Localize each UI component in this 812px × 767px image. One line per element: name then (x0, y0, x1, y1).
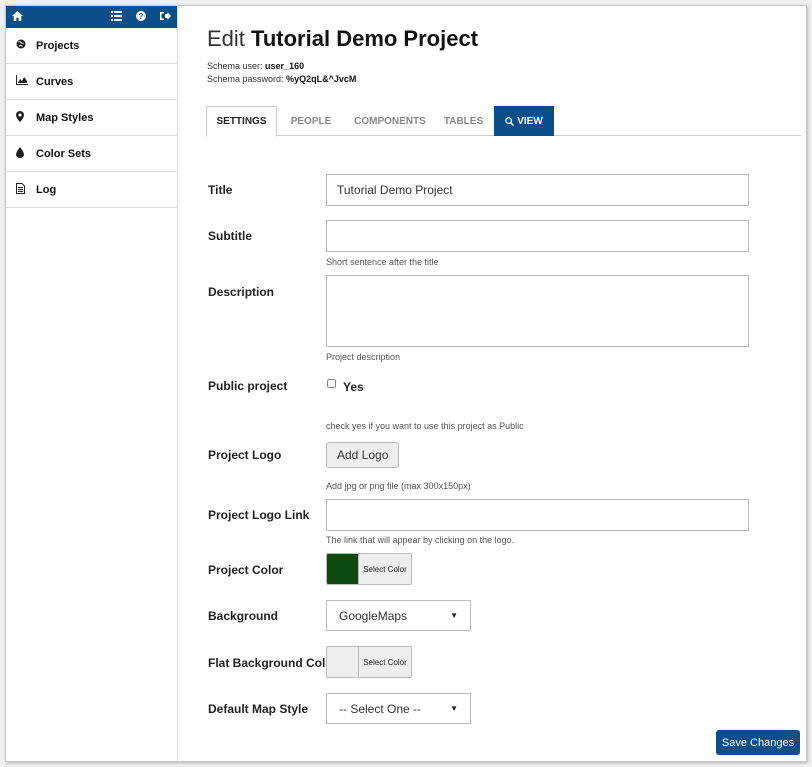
public-project-label: Public project (208, 379, 288, 393)
tint-icon (16, 146, 36, 161)
tab-label: VIEW (517, 115, 543, 127)
help-icon[interactable]: ? (136, 10, 146, 24)
add-logo-button[interactable]: Add Logo (326, 442, 400, 468)
tab-bar: SETTINGS PEOPLE COMPONENTS TABLES VIEW (206, 106, 801, 137)
project-color-picker[interactable]: Select Color (326, 553, 412, 585)
project-color-swatch (327, 554, 359, 584)
project-logo-link-input[interactable] (326, 499, 749, 531)
project-color-label: Project Color (208, 563, 284, 577)
sidebar-item-label: Curves (36, 75, 74, 88)
tab-tables[interactable]: TABLES (436, 106, 491, 136)
tab-label: TABLES (443, 115, 484, 127)
sidebar-item-curves[interactable]: Curves (6, 64, 177, 100)
select-color-label: Select Color (363, 564, 407, 574)
list-icon[interactable] (111, 10, 122, 24)
sidebar: ? Projects Curves Map Styles Color Sets … (6, 6, 178, 761)
tab-label: COMPONENTS (354, 115, 426, 127)
description-textarea[interactable] (326, 275, 749, 347)
app-window: ? Projects Curves Map Styles Color Sets … (5, 5, 807, 762)
subtitle-label: Subtitle (208, 229, 252, 243)
title-label: Title (208, 183, 233, 197)
select-color-label: Select Color (363, 657, 407, 667)
project-logo-link-label: Project Logo Link (208, 508, 310, 522)
tab-settings[interactable]: SETTINGS (206, 106, 277, 137)
default-map-style-label: Default Map Style (208, 702, 309, 716)
project-logo-label: Project Logo (208, 448, 282, 462)
globe-icon (16, 39, 36, 52)
file-text-icon (16, 182, 36, 197)
sidebar-item-map-styles[interactable]: Map Styles (6, 100, 177, 136)
schema-user: Schema user: user_160 (207, 61, 304, 71)
public-project-help: check yes if you want to use this projec… (326, 421, 524, 431)
sidebar-item-label: Color Sets (36, 147, 92, 160)
map-style-selected-value: -- Select One -- (339, 701, 422, 716)
main-content: Edit Tutorial Demo Project Schema user: … (178, 6, 806, 761)
schema-password: Schema password: %yQ2qL&^JvcM (207, 74, 356, 84)
project-logo-help: Add jpg or png file (max 300x150px) (326, 481, 471, 491)
area-chart-icon (16, 75, 36, 88)
description-help: Project description (326, 352, 401, 362)
logout-icon[interactable] (160, 11, 171, 24)
project-name: Tutorial Demo Project (251, 26, 479, 51)
background-select[interactable]: GoogleMaps ▼ (326, 600, 471, 631)
title-prefix: Edit (207, 26, 245, 51)
public-project-yes-label[interactable]: Yes (343, 380, 364, 394)
default-map-style-select[interactable]: -- Select One -- ▼ (326, 693, 471, 724)
map-marker-icon (16, 110, 36, 125)
background-selected-value: GoogleMaps (339, 608, 408, 623)
sidebar-item-label: Log (36, 183, 57, 196)
subtitle-input[interactable] (326, 220, 749, 252)
schema-user-value: user_160 (265, 61, 305, 71)
tab-components[interactable]: COMPONENTS (344, 106, 436, 136)
sidebar-item-label: Map Styles (36, 111, 94, 124)
subtitle-help: Short sentence after the title (326, 257, 439, 267)
page-title: Edit Tutorial Demo Project (207, 26, 478, 52)
sidebar-item-projects[interactable]: Projects (6, 28, 177, 64)
flat-background-color-label: Flat Background Color (208, 656, 338, 670)
tab-people[interactable]: PEOPLE (279, 106, 343, 136)
sidebar-item-log[interactable]: Log (6, 172, 177, 208)
tab-label: PEOPLE (290, 115, 332, 127)
sidebar-item-label: Projects (36, 39, 80, 52)
home-icon[interactable] (12, 10, 23, 24)
description-label: Description (208, 285, 275, 299)
caret-down-icon: ▼ (450, 704, 458, 713)
schema-password-value: %yQ2qL&^JvcM (286, 74, 357, 84)
caret-down-icon: ▼ (450, 611, 458, 620)
public-project-checkbox[interactable] (327, 379, 336, 388)
background-label: Background (208, 609, 279, 623)
svg-text:?: ? (139, 12, 144, 21)
tab-label: SETTINGS (216, 116, 267, 127)
schema-password-label: Schema password: (207, 74, 284, 84)
save-changes-button[interactable]: Save Changes (716, 730, 800, 755)
search-icon (505, 116, 515, 126)
sidebar-item-color-sets[interactable]: Color Sets (6, 136, 177, 172)
schema-user-label: Schema user: (207, 61, 263, 71)
tab-view[interactable]: VIEW (494, 106, 554, 136)
flat-background-color-swatch (327, 647, 359, 677)
project-logo-link-help: The link that will appear by clicking on… (326, 535, 515, 545)
title-input[interactable] (326, 174, 749, 206)
flat-background-color-picker[interactable]: Select Color (326, 646, 412, 678)
sidebar-topbar: ? (6, 6, 177, 28)
